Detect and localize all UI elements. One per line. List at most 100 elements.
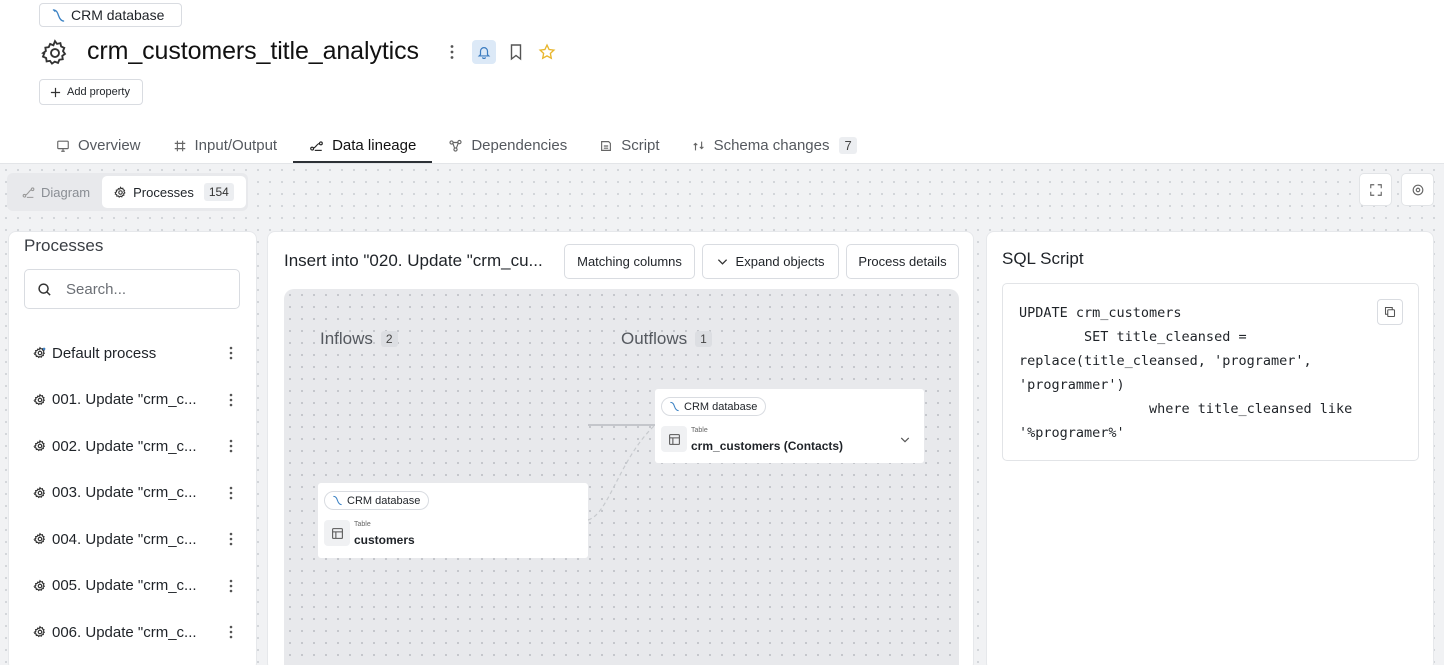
tab-dependencies[interactable]: Dependencies <box>432 128 583 163</box>
more-options-icon[interactable] <box>445 43 459 61</box>
node-type-label: Table <box>354 521 371 528</box>
copy-button[interactable] <box>1377 299 1403 325</box>
tab-script[interactable]: Script <box>583 128 675 163</box>
outflow-node-crm-customers[interactable]: CRM database Table crm_customers (Contac… <box>655 389 924 463</box>
tab-overview[interactable]: Overview <box>40 128 157 163</box>
expand-objects-button[interactable]: Expand objects <box>702 244 839 279</box>
copy-icon <box>1384 306 1396 318</box>
tab-input-output-label: Input/Output <box>194 137 278 154</box>
process-item-004[interactable]: 004. Update "crm_c... <box>24 516 244 563</box>
process-icon <box>33 486 47 500</box>
process-item-label: 003. Update "crm_c... <box>52 484 197 502</box>
process-item-001[interactable]: 001. Update "crm_c... <box>24 377 244 424</box>
tab-data-lineage[interactable]: Data lineage <box>293 128 433 163</box>
process-gear-icon <box>114 185 127 199</box>
matching-columns-label: Matching columns <box>577 254 682 269</box>
subtab-diagram-label: Diagram <box>41 184 91 200</box>
header: CRM database crm_customers_title_analyti… <box>0 0 1444 163</box>
process-icon <box>33 439 47 453</box>
kebab-icon[interactable] <box>226 578 236 594</box>
database-icon <box>669 401 680 412</box>
page-title: crm_customers_title_analytics <box>87 37 419 65</box>
process-icon <box>33 346 47 360</box>
kebab-icon[interactable] <box>226 485 236 501</box>
database-chip[interactable]: CRM database <box>39 3 182 27</box>
chevron-down-icon <box>717 258 728 266</box>
processes-panel: Processes Default process 001. Update "c… <box>8 231 257 665</box>
io-icon <box>173 139 187 153</box>
process-item-005[interactable]: 005. Update "crm_c... <box>24 563 244 610</box>
process-item-006[interactable]: 006. Update "crm_c... <box>24 609 244 656</box>
kebab-icon[interactable] <box>226 531 236 547</box>
chevron-down-icon[interactable] <box>900 436 910 444</box>
fullscreen-icon <box>1369 183 1383 197</box>
subtab-processes[interactable]: Processes 154 <box>102 176 246 208</box>
subtab-processes-label: Processes <box>133 184 194 200</box>
process-list: Default process 001. Update "crm_c... 00… <box>24 330 244 656</box>
process-title: Insert into "020. Update "crm_cu... <box>284 251 543 270</box>
process-icon <box>33 393 47 407</box>
sql-code: UPDATE crm_customers SET title_cleansed … <box>1019 305 1353 441</box>
sql-script-title: SQL Script <box>1002 249 1084 268</box>
tab-script-label: Script <box>621 137 660 154</box>
process-item-label: 004. Update "crm_c... <box>52 530 197 548</box>
process-details-button[interactable]: Process details <box>846 244 959 279</box>
plus-icon <box>50 87 61 98</box>
search-box[interactable] <box>24 269 240 309</box>
table-icon <box>661 426 687 452</box>
bell-icon <box>477 45 491 59</box>
schema-icon <box>692 139 706 153</box>
node-table-name: crm_customers (Contacts) <box>691 439 844 453</box>
node-table-name: customers <box>354 533 415 547</box>
process-item-label: 002. Update "crm_c... <box>52 437 197 455</box>
node-db-label: CRM database <box>347 494 421 507</box>
node-type-label: Table <box>691 427 708 434</box>
gear-icon <box>40 38 70 68</box>
table-icon <box>324 520 350 546</box>
process-item-002[interactable]: 002. Update "crm_c... <box>24 423 244 470</box>
diagram-icon <box>22 186 35 199</box>
process-item-label: 006. Update "crm_c... <box>52 623 197 641</box>
lineage-graph[interactable]: Inflows 2 Outflows 1 CRM database Table … <box>284 289 959 665</box>
expand-objects-label: Expand objects <box>735 254 825 269</box>
process-icon <box>33 532 47 546</box>
kebab-icon[interactable] <box>226 438 236 454</box>
settings-button[interactable] <box>1401 173 1434 206</box>
search-icon <box>37 282 52 297</box>
dependencies-icon <box>448 139 463 153</box>
process-item-default[interactable]: Default process <box>24 330 244 377</box>
sql-script-panel: SQL Script UPDATE crm_customers SET titl… <box>986 231 1434 665</box>
target-icon <box>1411 183 1425 197</box>
subtab-diagram[interactable]: Diagram <box>10 176 102 208</box>
fullscreen-button[interactable] <box>1359 173 1392 206</box>
tab-schema-changes-label: Schema changes <box>713 137 830 154</box>
tab-overview-label: Overview <box>78 137 141 154</box>
process-item-label: 001. Update "crm_c... <box>52 391 197 409</box>
processes-panel-title: Processes <box>24 236 104 255</box>
kebab-icon[interactable] <box>226 345 236 361</box>
process-icon <box>33 625 47 639</box>
search-input[interactable] <box>66 280 216 298</box>
node-db-label: CRM database <box>684 400 758 413</box>
process-graph-panel: Insert into "020. Update "crm_cu... Matc… <box>267 231 974 665</box>
add-property-button[interactable]: Add property <box>39 79 143 105</box>
lineage-icon <box>309 139 324 153</box>
inflow-node-customers[interactable]: CRM database Table customers <box>318 483 588 558</box>
tab-bar: Overview Input/Output Data lineage Depen… <box>40 128 873 163</box>
sql-code-block: UPDATE crm_customers SET title_cleansed … <box>1002 283 1419 461</box>
script-icon <box>599 139 613 153</box>
tab-schema-changes[interactable]: Schema changes 7 <box>676 128 873 163</box>
bookmark-icon[interactable] <box>508 43 524 61</box>
add-property-label: Add property <box>67 86 130 98</box>
kebab-icon[interactable] <box>226 392 236 408</box>
star-icon[interactable] <box>538 43 556 61</box>
matching-columns-button[interactable]: Matching columns <box>564 244 695 279</box>
process-item-003[interactable]: 003. Update "crm_c... <box>24 470 244 517</box>
tab-dependencies-label: Dependencies <box>471 137 568 154</box>
kebab-icon[interactable] <box>226 624 236 640</box>
processes-count: 154 <box>203 183 234 201</box>
tab-input-output[interactable]: Input/Output <box>157 128 294 163</box>
process-details-label: Process details <box>858 254 947 269</box>
process-icon <box>33 579 47 593</box>
notifications-button[interactable] <box>472 40 496 64</box>
